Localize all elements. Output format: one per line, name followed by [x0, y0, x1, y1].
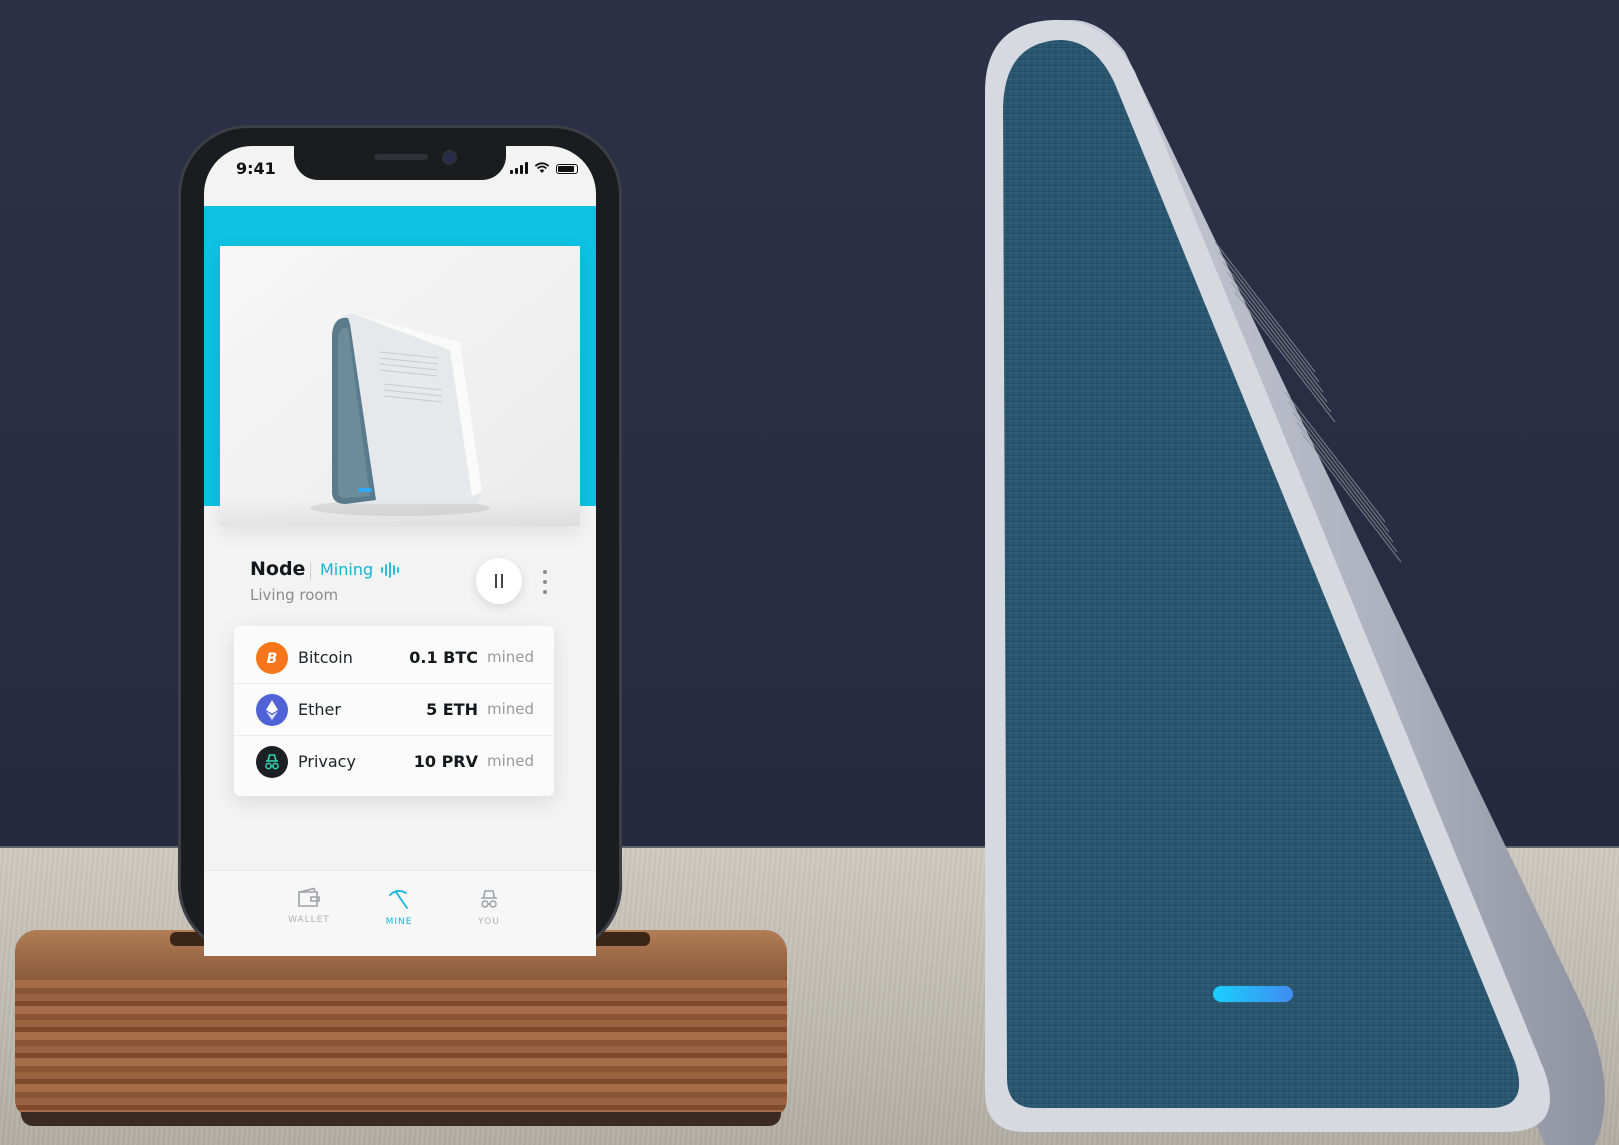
tab-label: WALLET [288, 915, 330, 925]
list-item[interactable]: Privacy 10 PRV mined [234, 736, 554, 788]
more-options-icon[interactable] [540, 570, 550, 594]
list-item[interactable]: B Bitcoin 0.1 BTC mined [234, 632, 554, 684]
coin-status: mined [486, 700, 534, 718]
tab-you[interactable]: YOU [444, 871, 534, 931]
bottom-tab-bar: WALLET MINE YOU [204, 870, 596, 956]
dock-base [21, 1112, 781, 1126]
tab-wallet[interactable]: WALLET [264, 871, 354, 931]
node-name: Node [250, 558, 306, 580]
node-hero-card[interactable] [220, 246, 580, 526]
node-info: Node Mining Living room [250, 558, 580, 618]
status-time: 9:41 [236, 159, 276, 178]
miner-led-indicator [1213, 986, 1293, 1002]
svg-text:B: B [267, 651, 278, 667]
signal-icon [510, 162, 528, 174]
node-device-image [310, 313, 490, 516]
tab-label: MINE [385, 917, 413, 927]
waveform-icon [381, 562, 399, 578]
coin-amount: 5 ETH [426, 700, 478, 719]
wifi-icon [534, 162, 550, 173]
speaker-grille [374, 154, 428, 160]
pause-icon [495, 574, 497, 588]
pickaxe-icon [389, 890, 408, 909]
node-divider [310, 562, 311, 580]
privacy-icon [256, 746, 288, 778]
hero-card-shadow [220, 498, 580, 526]
ether-icon [256, 694, 288, 726]
coin-name: Ether [298, 700, 341, 719]
coin-name: Privacy [298, 752, 356, 771]
product-photo-scene: 9:41 Node Mining Living room B Bitcoin 0… [0, 0, 1619, 1145]
miner-device [985, 19, 1605, 1145]
coin-name: Bitcoin [298, 648, 353, 667]
node-status: Mining [320, 560, 374, 579]
coin-status: mined [486, 648, 534, 666]
coin-amount: 0.1 BTC [409, 648, 478, 667]
phone-screen: 9:41 Node Mining Living room B Bitcoin 0… [204, 146, 596, 956]
list-item[interactable]: Ether 5 ETH mined [234, 684, 554, 736]
coin-status: mined [486, 752, 534, 770]
node-location: Living room [250, 586, 339, 604]
coin-amount: 10 PRV [413, 752, 478, 771]
dock-front [15, 968, 787, 1118]
battery-icon [556, 164, 578, 174]
status-icons [510, 160, 578, 174]
tab-label: YOU [478, 917, 500, 927]
pause-button[interactable] [476, 558, 522, 604]
phone-notch [294, 146, 506, 180]
camera-icon [444, 152, 455, 163]
incognito-icon [481, 890, 497, 908]
tab-mine[interactable]: MINE [354, 871, 444, 931]
bitcoin-icon: B [256, 642, 288, 674]
wooden-phone-dock [15, 930, 787, 1130]
mined-coins-card: B Bitcoin 0.1 BTC mined Ether 5 ETH mine… [234, 626, 554, 796]
pause-icon-bar [501, 574, 503, 588]
wallet-icon [298, 887, 320, 907]
